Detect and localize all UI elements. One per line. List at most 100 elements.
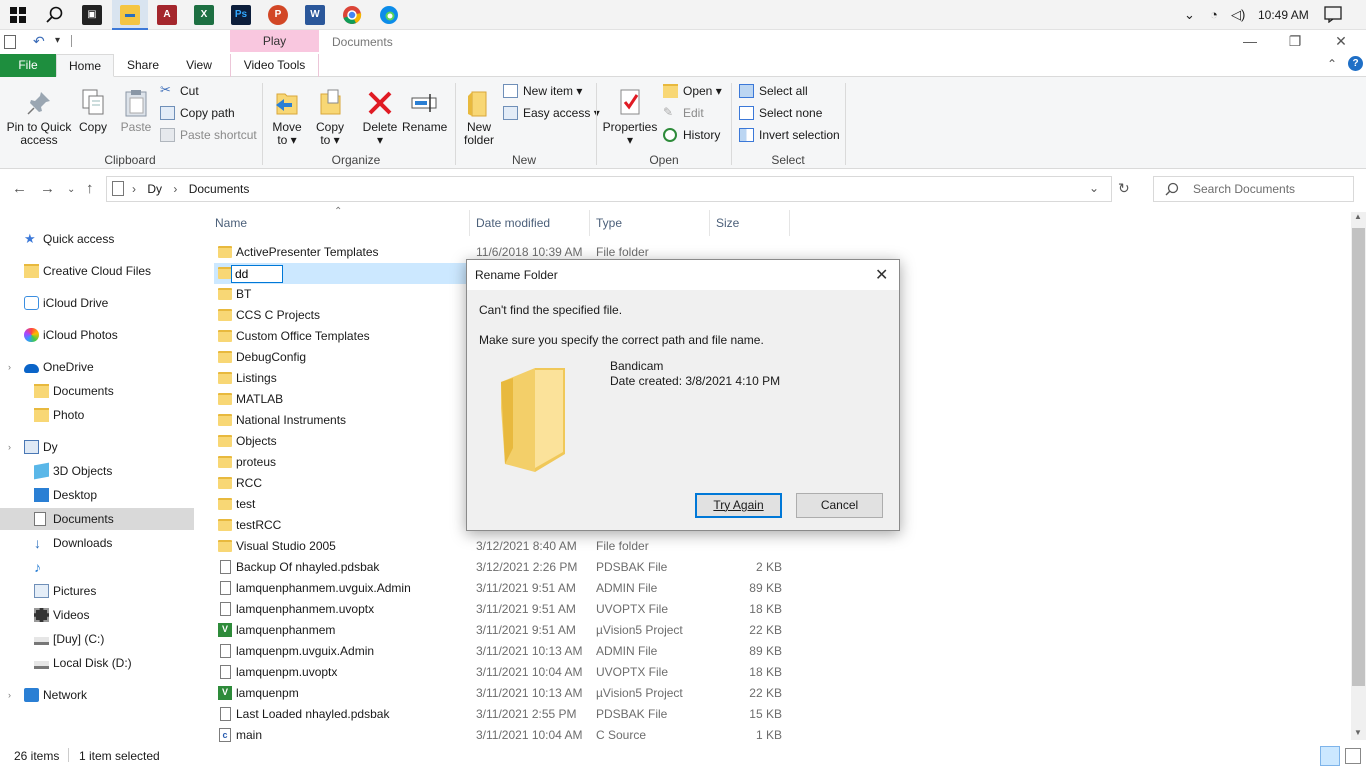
copy-path-button[interactable]: Copy path: [160, 104, 235, 122]
nav-item-documents[interactable]: Documents: [0, 508, 194, 530]
address-dropdown-icon[interactable]: ⌄: [1089, 181, 1099, 195]
nav-item-pictures[interactable]: Pictures: [0, 580, 194, 602]
large-icons-view-icon[interactable]: [1345, 748, 1361, 764]
clock[interactable]: 10:49 AM: [1258, 8, 1309, 22]
nav-item-music[interactable]: ♪: [0, 556, 194, 578]
pin-to-quick-access-button[interactable]: Pin to Quick access: [4, 88, 74, 147]
column-separator[interactable]: [589, 210, 590, 236]
scroll-down-icon[interactable]: ▼: [1354, 728, 1362, 737]
paste-button[interactable]: Paste: [117, 88, 155, 134]
file-row[interactable]: c main 3/11/2021 10:04 AM C Source 1 KB: [214, 725, 789, 746]
minimize-button[interactable]: —: [1227, 32, 1273, 50]
nav-item-duy-c[interactable]: [Duy] (C:): [0, 628, 194, 650]
breadcrumb-documents[interactable]: Documents: [189, 182, 250, 196]
edit-button[interactable]: ✎ Edit: [663, 104, 704, 122]
file-row[interactable]: Vlamquenphanmem 3/11/2021 9:51 AM µVision5…: [214, 620, 789, 641]
new-item-button[interactable]: New item ▾: [503, 82, 582, 100]
notifications-icon[interactable]: [1324, 6, 1342, 26]
select-all-button[interactable]: Select all: [739, 82, 808, 100]
up-arrow-icon[interactable]: ↑: [86, 180, 94, 197]
edge-icon[interactable]: [379, 5, 399, 28]
refresh-icon[interactable]: ↻: [1118, 180, 1130, 197]
try-again-button[interactable]: Try Again: [695, 493, 782, 518]
file-row[interactable]: lamquenphanmem.uvoptx 3/11/2021 9:51 AM UV…: [214, 599, 789, 620]
nav-item-dy[interactable]: › Dy: [0, 436, 194, 458]
tab-view[interactable]: View: [176, 54, 222, 77]
nav-item-desktop[interactable]: Desktop: [0, 484, 194, 506]
close-window-button[interactable]: ✕: [1318, 32, 1364, 50]
nav-item-videos[interactable]: Videos: [0, 604, 194, 626]
rename-button[interactable]: Rename: [402, 88, 447, 134]
tab-home[interactable]: Home: [56, 54, 114, 77]
expand-chevron-icon[interactable]: ›: [8, 684, 11, 706]
breadcrumb-dy[interactable]: Dy: [147, 182, 162, 196]
copy-button[interactable]: Copy: [76, 88, 110, 134]
nav-item-local-disk-d[interactable]: Local Disk (D:): [0, 652, 194, 674]
undo-icon[interactable]: ↶: [33, 33, 45, 50]
invert-selection-button[interactable]: Invert selection: [739, 126, 840, 144]
cancel-button[interactable]: Cancel: [796, 493, 883, 518]
chrome-icon[interactable]: [342, 5, 362, 28]
properties-button[interactable]: Properties ▾: [600, 88, 660, 147]
start-icon[interactable]: [10, 7, 26, 23]
access-icon[interactable]: A: [157, 5, 177, 25]
file-row[interactable]: lamquenphanmem.uvguix.Admin 3/11/2021 9:5…: [214, 578, 789, 599]
file-row[interactable]: lamquenpm.uvguix.Admin 3/11/2021 10:13 AM…: [214, 641, 789, 662]
column-separator[interactable]: [469, 210, 470, 236]
expand-chevron-icon[interactable]: ›: [8, 356, 11, 378]
column-header-name[interactable]: Name: [215, 216, 247, 230]
paste-shortcut-button[interactable]: Paste shortcut: [160, 126, 257, 144]
move-to-button[interactable]: Move to ▾: [268, 88, 306, 147]
details-view-icon[interactable]: [1320, 746, 1340, 766]
nav-item-network[interactable]: › Network: [0, 684, 194, 706]
scroll-up-icon[interactable]: ▲: [1354, 212, 1362, 221]
column-separator[interactable]: [709, 210, 710, 236]
help-icon[interactable]: ?: [1348, 56, 1363, 71]
nav-item-quick-access[interactable]: ★ Quick access: [0, 228, 194, 250]
volume-icon[interactable]: ◁): [1231, 7, 1245, 23]
new-folder-button[interactable]: New folder: [459, 88, 499, 147]
tab-file[interactable]: File: [0, 54, 56, 77]
dialog-close-button[interactable]: ✕: [875, 265, 888, 285]
easy-access-button[interactable]: Easy access ▾: [503, 104, 600, 122]
search-icon[interactable]: [46, 6, 64, 27]
photoshop-icon[interactable]: Ps: [231, 5, 251, 25]
history-button[interactable]: History: [663, 126, 720, 144]
file-row[interactable]: Backup Of nhayled.pdsbak 3/12/2021 2:26 P…: [214, 557, 789, 578]
column-header-type[interactable]: Type: [596, 216, 622, 230]
tab-share[interactable]: Share: [118, 54, 168, 77]
file-row[interactable]: Last Loaded nhayled.pdsbak 3/11/2021 2:55…: [214, 704, 789, 725]
restore-button[interactable]: ❐: [1272, 32, 1318, 50]
nav-item-photo[interactable]: Photo: [0, 404, 194, 426]
nav-item-onedrive[interactable]: › OneDrive: [0, 356, 194, 378]
select-none-button[interactable]: Select none: [739, 104, 822, 122]
file-row[interactable]: Vlamquenpm 3/11/2021 10:13 AM µVision5 Pro…: [214, 683, 789, 704]
powerpoint-icon[interactable]: P: [268, 5, 288, 25]
nav-item-creative-cloud-files[interactable]: Creative Cloud Files: [0, 260, 194, 282]
copy-to-button[interactable]: Copy to ▾: [311, 88, 349, 147]
tab-video-tools[interactable]: Video Tools: [230, 54, 319, 77]
scrollbar-thumb[interactable]: [1352, 228, 1365, 686]
qat-dropdown-icon[interactable]: ▾: [55, 35, 60, 46]
file-row[interactable]: lamquenpm.uvoptx 3/11/2021 10:04 AM UVOPTX…: [214, 662, 789, 683]
wifi-icon[interactable]: ◔: [1210, 7, 1218, 22]
rename-input[interactable]: [231, 265, 283, 283]
store-icon[interactable]: ▣: [82, 5, 102, 25]
expand-chevron-icon[interactable]: ›: [8, 436, 11, 458]
nav-item-icloud-drive[interactable]: iCloud Drive: [0, 292, 194, 314]
nav-item-documents[interactable]: Documents: [0, 380, 194, 402]
file-explorer-icon[interactable]: ▬: [120, 5, 140, 25]
nav-item-icloud-photos[interactable]: iCloud Photos: [0, 324, 194, 346]
nav-item-downloads[interactable]: ↓ Downloads: [0, 532, 194, 554]
collapse-ribbon-icon[interactable]: ⌃: [1327, 57, 1337, 71]
word-icon[interactable]: W: [305, 5, 325, 25]
properties-quick-icon[interactable]: [4, 35, 16, 49]
column-header-date[interactable]: Date modified: [476, 216, 550, 230]
recent-locations-chevron-icon[interactable]: ⌄: [67, 184, 75, 195]
excel-icon[interactable]: X: [194, 5, 214, 25]
column-header-size[interactable]: Size: [716, 216, 739, 230]
file-row[interactable]: Visual Studio 2005 3/12/2021 8:40 AM File …: [214, 536, 789, 557]
chevron-up-icon[interactable]: ⌄: [1184, 7, 1195, 23]
back-arrow-icon[interactable]: ←: [12, 180, 27, 197]
nav-item-3d-objects[interactable]: 3D Objects: [0, 460, 194, 482]
